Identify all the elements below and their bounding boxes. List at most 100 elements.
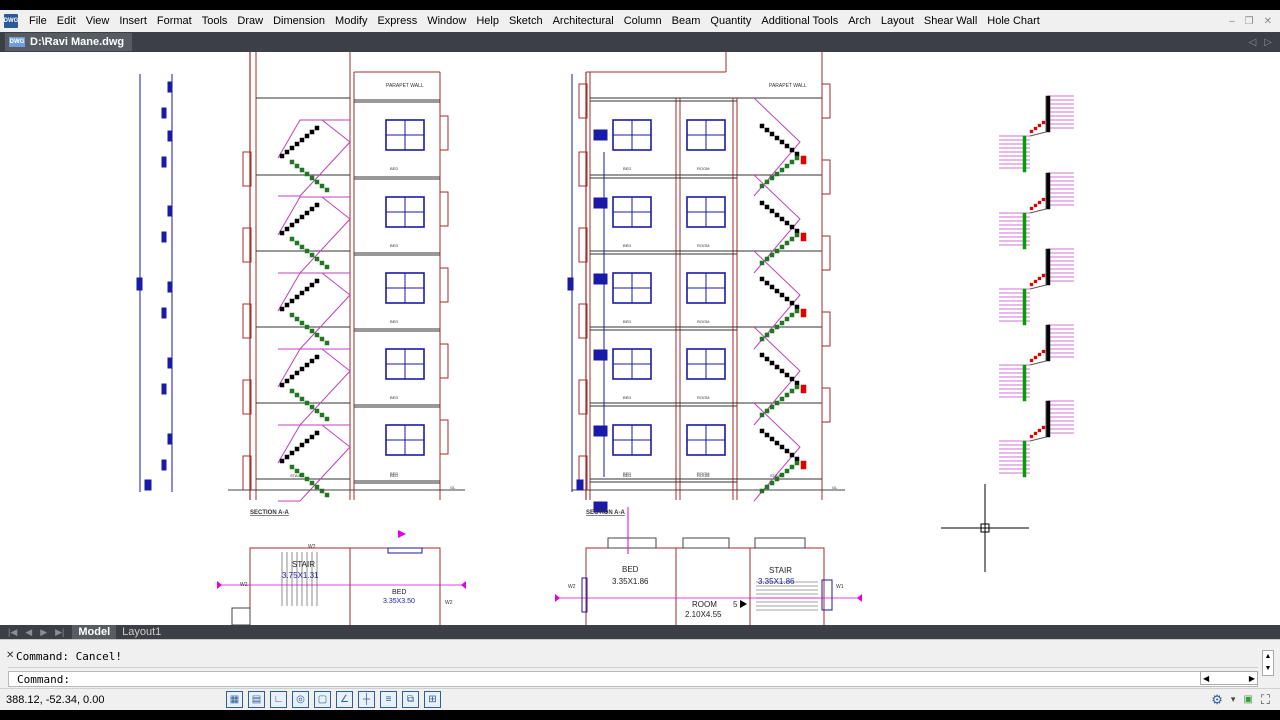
menu-arch[interactable]: Arch: [843, 15, 876, 27]
section-right-stair-label: STAIR: [770, 473, 782, 478]
plan-right-bed: BED: [622, 565, 639, 574]
section-right-marker: [600, 129, 608, 141]
menu-format[interactable]: Format: [152, 15, 197, 27]
stair-step-green: [304, 324, 310, 330]
dimension-tick: [161, 107, 167, 119]
menu-help[interactable]: Help: [471, 15, 504, 27]
ortho-icon[interactable]: ∟: [270, 691, 287, 708]
menu-hole-chart[interactable]: Hole Chart: [982, 15, 1045, 27]
dimension-tick: [576, 479, 584, 491]
tab-scroll-right-icon[interactable]: ▷: [1264, 37, 1272, 48]
plan-right-window: [682, 537, 730, 549]
menu-column[interactable]: Column: [619, 15, 667, 27]
close-icon[interactable]: ✕: [6, 650, 14, 661]
app-icon[interactable]: DWG: [4, 14, 18, 28]
menu-quantity[interactable]: Quantity: [705, 15, 756, 27]
menu-additional-tools[interactable]: Additional Tools: [756, 15, 843, 27]
minimize-icon[interactable]: –: [1229, 16, 1235, 27]
first-layout-icon[interactable]: |◀: [8, 627, 17, 638]
restore-icon[interactable]: ❐: [1245, 16, 1254, 27]
section-left-opening: [439, 191, 449, 227]
section-right-marker: [593, 349, 601, 361]
parapet-label-left: PARAPET WALL: [386, 83, 424, 89]
dimension-tick: [161, 231, 167, 243]
scroll-left-icon[interactable]: ◀: [1203, 674, 1209, 683]
stair-step-green: [779, 320, 785, 326]
tab-layout1[interactable]: Layout1: [116, 625, 167, 639]
grid-icon[interactable]: ▦: [226, 691, 243, 708]
command-input[interactable]: [79, 672, 1179, 686]
stair-step-green: [309, 404, 315, 410]
stair-step-green: [789, 159, 795, 165]
section-right-bed-label-ground: BED: [623, 473, 631, 478]
menu-dimension[interactable]: Dimension: [268, 15, 330, 27]
dimension-tick: [167, 357, 173, 369]
stair-step-green: [304, 400, 310, 406]
stair-step-green: [294, 240, 300, 246]
close-icon[interactable]: ✕: [1264, 16, 1272, 27]
menu-express[interactable]: Express: [372, 15, 422, 27]
menu-beam[interactable]: Beam: [667, 15, 706, 27]
drawing-canvas[interactable]: BED BED BED BED BED STAIR BED GL BED ROOM BED ROOM B…: [0, 52, 1280, 625]
dimension-tick: [167, 205, 173, 217]
stair-step: [779, 216, 785, 222]
dimension-tick: [167, 281, 173, 293]
otrack-icon[interactable]: ∠: [336, 691, 353, 708]
command-scroll-horizontal[interactable]: ◀ ▶: [1200, 671, 1258, 685]
stair-outline: [753, 402, 801, 502]
document-tab[interactable]: DWG D:\Ravi Mane.dwg: [5, 33, 133, 51]
tab-model[interactable]: Model: [72, 625, 117, 639]
menu-draw[interactable]: Draw: [232, 15, 268, 27]
command-prompt: Command:: [17, 673, 70, 686]
menu-view[interactable]: View: [81, 15, 115, 27]
bottom-border: [0, 710, 1280, 720]
menu-tools[interactable]: Tools: [197, 15, 233, 27]
dropdown-chevron-icon[interactable]: ▾: [1231, 694, 1236, 705]
menu-insert[interactable]: Insert: [114, 15, 152, 27]
green-toggle-icon[interactable]: ▣: [1243, 694, 1252, 705]
stair-outline: [753, 326, 801, 426]
section-right-marker: [593, 197, 601, 209]
snap-grid-icon[interactable]: ▤: [248, 691, 265, 708]
transparency-icon[interactable]: ⧉: [402, 691, 419, 708]
last-layout-icon[interactable]: ▶|: [55, 627, 64, 638]
ducs-icon[interactable]: ┼: [358, 691, 375, 708]
section-left-opening: [439, 343, 449, 379]
stair-step-green: [784, 392, 790, 398]
menu-shear-wall[interactable]: Shear Wall: [919, 15, 982, 27]
tab-scroll-left-icon[interactable]: ◁: [1249, 37, 1257, 48]
lineweight-icon[interactable]: ≡: [380, 691, 397, 708]
next-layout-icon[interactable]: ▶: [40, 627, 47, 638]
stair-step-green: [794, 460, 800, 466]
section-arrow-icon: [555, 594, 560, 602]
stair-step: [759, 123, 765, 129]
section-left-opening: [439, 267, 449, 303]
prev-layout-icon[interactable]: ◀: [25, 627, 32, 638]
fullscreen-icon[interactable]: ⛶: [1261, 692, 1270, 708]
settings-gear-icon[interactable]: ⚙: [1211, 692, 1223, 708]
osnap-icon[interactable]: ▢: [314, 691, 331, 708]
stair-step-green: [794, 155, 800, 161]
stair-step: [279, 306, 285, 312]
section-left-bed-label: BED: [390, 319, 398, 324]
plan-left-window: [387, 547, 423, 554]
menu-file[interactable]: File: [24, 15, 52, 27]
menu-modify[interactable]: Modify: [330, 15, 372, 27]
menu-edit[interactable]: Edit: [52, 15, 81, 27]
stair-step-green: [759, 260, 765, 266]
menu-layout[interactable]: Layout: [876, 15, 919, 27]
detail-step-red: [1037, 352, 1042, 357]
menu-architectural[interactable]: Architectural: [548, 15, 619, 27]
stair-step-green: [294, 316, 300, 322]
selection-cycling-icon[interactable]: ⊞: [424, 691, 441, 708]
command-window: ✕ Command: Cancel! ▲ ▼ Command: ◀ ▶: [0, 639, 1280, 688]
stair-step: [304, 362, 310, 368]
stair-step-green: [794, 384, 800, 390]
detail-post: [1045, 248, 1051, 286]
scroll-right-icon[interactable]: ▶: [1249, 674, 1255, 683]
command-scroll-vertical[interactable]: ▲ ▼: [1262, 650, 1274, 676]
polar-icon[interactable]: ◎: [292, 691, 309, 708]
menu-sketch[interactable]: Sketch: [504, 15, 548, 27]
menu-window[interactable]: Window: [422, 15, 471, 27]
detail-step-red: [1041, 273, 1046, 278]
